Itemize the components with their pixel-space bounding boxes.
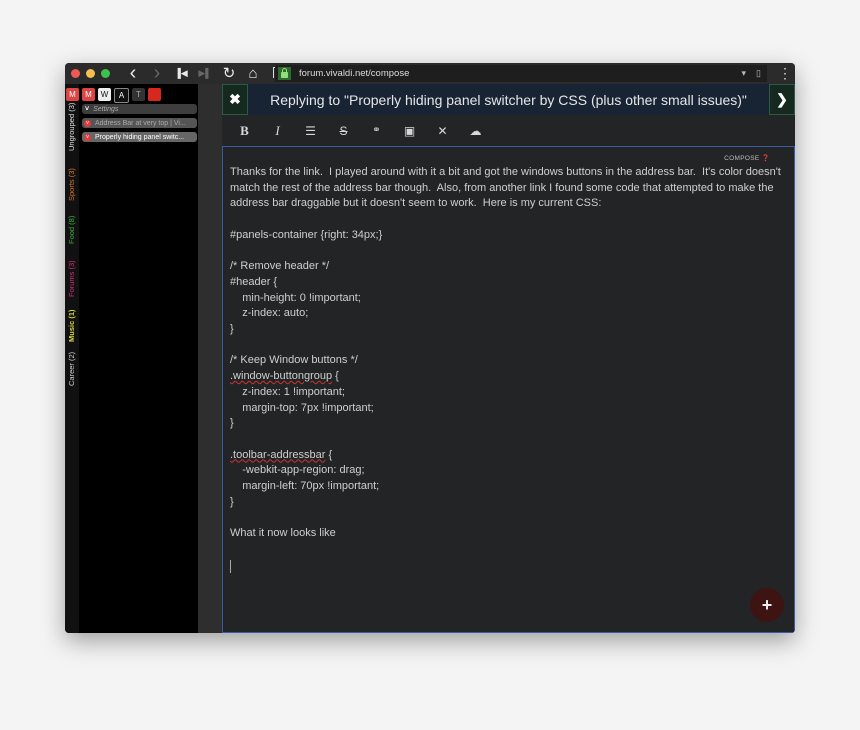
home-icon[interactable]: ⌂ bbox=[241, 63, 265, 84]
bookmark-page-icon[interactable]: ▯ bbox=[756, 65, 761, 82]
tab-properly-hiding[interactable]: v Properly hiding panel switc... bbox=[82, 132, 197, 142]
tab-group-career[interactable]: Career (2) bbox=[65, 348, 79, 390]
gmail-icon[interactable]: M bbox=[66, 88, 79, 101]
lock-icon bbox=[278, 67, 291, 80]
format-toolbar: B I ☰ S ⚭ ▣ ✕ ☁ bbox=[222, 115, 795, 146]
red-square-icon[interactable] bbox=[148, 88, 161, 101]
tab-settings[interactable]: ˅ Settings bbox=[82, 104, 197, 114]
menu-icon[interactable]: ⋮ bbox=[778, 66, 792, 80]
tab-group-label: Career (2) bbox=[67, 351, 76, 387]
misspelled-word: .window-buttongroup bbox=[230, 370, 333, 383]
tab-group-sports[interactable]: Sports (3) bbox=[65, 164, 79, 206]
italic-button[interactable]: I bbox=[261, 123, 294, 139]
nyt-glyph: T bbox=[136, 90, 141, 99]
bold-button[interactable]: B bbox=[228, 123, 261, 139]
tab-group-label: Ungrouped (3) bbox=[67, 102, 76, 152]
tabs-panel: M M W A T ˅ Settings v Address Bar at ve… bbox=[66, 84, 198, 633]
compose-label: COMPOSE ❓ bbox=[724, 155, 770, 162]
fullscreen-icon: ✕ bbox=[437, 123, 448, 138]
tab-group-label: Sports (3) bbox=[67, 168, 76, 202]
image-icon: ▣ bbox=[403, 123, 416, 138]
font-icon[interactable]: A bbox=[114, 88, 129, 103]
list-icon: ☰ bbox=[305, 123, 316, 138]
tab-group-forums[interactable]: Forums (3) bbox=[65, 256, 79, 302]
nyt-icon[interactable]: T bbox=[132, 88, 145, 101]
compose-body[interactable]: Thanks for the link. I played around wit… bbox=[230, 165, 785, 542]
fullscreen-button[interactable]: ✕ bbox=[426, 124, 459, 138]
strikethrough-icon: S bbox=[339, 123, 348, 138]
italic-icon: I bbox=[275, 122, 280, 138]
zoom-window-button[interactable] bbox=[101, 69, 110, 78]
browser-window: ‹ › ▐◀ ▶▌ ↻ ⌂ forum.vivaldi.net/compose … bbox=[65, 63, 795, 633]
web-panel-icons: M M W A T bbox=[66, 86, 161, 103]
text-caret bbox=[230, 560, 231, 573]
tab-group-ungrouped[interactable]: Ungrouped (3) bbox=[65, 100, 79, 154]
tab-label: Properly hiding panel switc... bbox=[95, 133, 185, 141]
image-button[interactable]: ▣ bbox=[393, 124, 426, 138]
tab-label: Address Bar at very top | Vi... bbox=[95, 119, 186, 127]
rewind-icon[interactable]: ▐◀ bbox=[169, 63, 193, 84]
tab-label: Settings bbox=[93, 105, 119, 113]
strikethrough-button[interactable]: S bbox=[327, 124, 360, 138]
compose-textarea[interactable]: COMPOSE ❓ Thanks for the link. I played … bbox=[222, 146, 795, 633]
misspelled-word: .toolbar-addressbar bbox=[230, 448, 326, 461]
cloud-upload-icon: ☁ bbox=[469, 123, 482, 138]
url-text[interactable]: forum.vivaldi.net/compose bbox=[299, 68, 409, 79]
gmail-glyph: M bbox=[69, 90, 76, 99]
font-glyph: A bbox=[118, 91, 125, 100]
tab-group-label: Food (8) bbox=[67, 215, 76, 245]
close-window-button[interactable] bbox=[71, 69, 80, 78]
back-icon[interactable]: ‹ bbox=[121, 63, 145, 84]
add-button[interactable]: + bbox=[750, 588, 784, 622]
dropdown-icon[interactable]: ▾ bbox=[742, 65, 747, 82]
wp-glyph: W bbox=[100, 90, 109, 99]
tab-group-food[interactable]: Food (8) bbox=[65, 212, 79, 248]
upload-button[interactable]: ☁ bbox=[459, 124, 492, 138]
close-compose-button[interactable]: ✖ bbox=[222, 84, 248, 115]
gmail-icon[interactable]: M bbox=[82, 88, 95, 101]
compose-area: ✖ Replying to "Properly hiding panel swi… bbox=[222, 84, 795, 633]
link-button[interactable]: ⚭ bbox=[360, 125, 393, 136]
tab-group-label: Forums (3) bbox=[67, 260, 76, 298]
reload-icon[interactable]: ↻ bbox=[217, 63, 241, 84]
vivaldi-icon: v bbox=[84, 133, 91, 141]
panel-switcher: Ungrouped (3) Sports (3) Food (8) Forums… bbox=[65, 84, 79, 633]
minimize-window-button[interactable] bbox=[86, 69, 95, 78]
bold-icon: B bbox=[240, 122, 249, 138]
body-text: { -webkit-app-region: drag; margin-left:… bbox=[230, 448, 380, 540]
reply-title: Replying to "Properly hiding panel switc… bbox=[270, 91, 747, 108]
link-icon: ⚭ bbox=[372, 125, 381, 136]
panel-gutter bbox=[198, 84, 222, 633]
list-button[interactable]: ☰ bbox=[294, 124, 327, 138]
next-button[interactable]: ❯ bbox=[769, 84, 795, 115]
forward-icon[interactable]: › bbox=[145, 63, 169, 84]
wp-icon[interactable]: W bbox=[98, 88, 111, 101]
tab-group-music[interactable]: Music (1) bbox=[65, 308, 79, 344]
tab-address-bar[interactable]: v Address Bar at very top | Vi... bbox=[82, 118, 197, 128]
vivaldi-icon: v bbox=[84, 119, 91, 127]
chevron-down-icon: ˅ bbox=[85, 105, 90, 113]
gmail-glyph: M bbox=[85, 90, 92, 99]
window-controls bbox=[65, 69, 121, 78]
title-bar: ‹ › ▐◀ ▶▌ ↻ ⌂ forum.vivaldi.net/compose … bbox=[65, 63, 795, 84]
reply-header: ✖ Replying to "Properly hiding panel swi… bbox=[222, 84, 795, 115]
fast-forward-icon[interactable]: ▶▌ bbox=[193, 63, 217, 84]
tab-group-label: Music (1) bbox=[67, 309, 76, 343]
body-text: Thanks for the link. I played around wit… bbox=[230, 166, 781, 367]
address-bar[interactable]: forum.vivaldi.net/compose ▾ ▯ bbox=[275, 65, 767, 82]
